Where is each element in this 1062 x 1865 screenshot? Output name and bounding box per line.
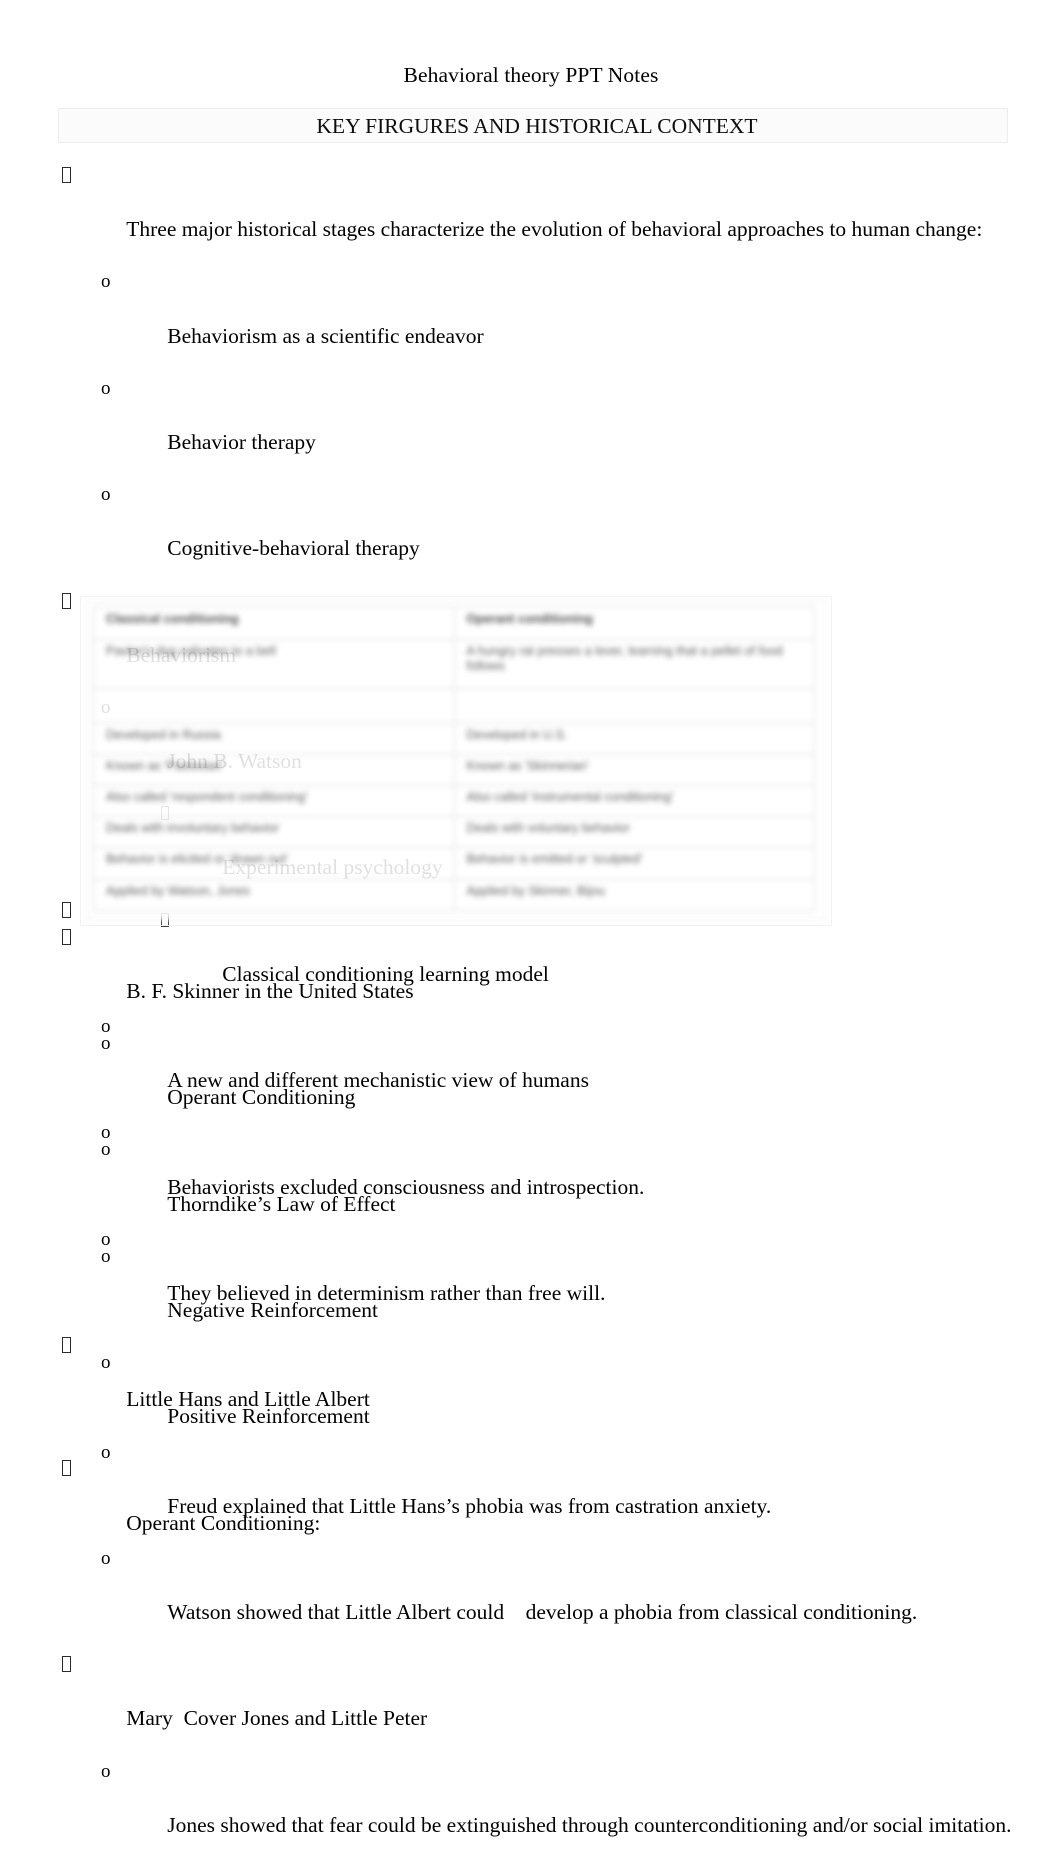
table-cell: Known as 'Skinnerian': [453, 753, 815, 787]
list-item-label: Behavior therapy: [167, 429, 316, 454]
table-cell: Operant conditioning: [453, 606, 815, 640]
list-item-label: Thorndike’s Law of Effect: [167, 1191, 396, 1216]
list-item: Operant Conditioning:: [0, 1456, 1062, 1562]
tofu-box-bullet-icon: [62, 1656, 71, 1673]
circle-o-bullet-icon: o: [101, 377, 111, 399]
table-row: [93, 687, 815, 724]
tofu-box-bullet-icon: [62, 592, 71, 609]
list-item: o Behaviorism as a scientific endeavor: [0, 269, 1062, 375]
table-row: Developed in Russia Developed in U.S.: [93, 722, 815, 755]
table-cell: Pavlov's dog salivates to a bell: [93, 638, 455, 689]
table-cell: Behavior is elicited or 'drawn out': [93, 847, 455, 880]
table-row: Classical conditioning Operant condition…: [93, 606, 815, 640]
list-item-label: Jones showed that fear could be extingui…: [167, 1812, 1012, 1837]
list-item: o Thorndike’s Law of Effect: [0, 1137, 1062, 1243]
tofu-box-bullet-icon: [62, 902, 71, 918]
table-cell: [93, 687, 455, 724]
list-item-label: Mary Cover Jones and Little Peter: [126, 1706, 428, 1731]
list-item-label: Cognitive-behavioral therapy: [167, 536, 420, 561]
list-item: Three major historical stages characteri…: [0, 163, 1062, 269]
table-row: Pavlov's dog salivates to a bell A hungr…: [93, 638, 815, 689]
list-item-label: B. F. Skinner in the United States: [126, 978, 414, 1003]
table-row: Known as 'Pavlovian' Known as 'Skinneria…: [93, 753, 815, 787]
table-cell: Developed in Russia: [93, 722, 455, 755]
table-cell: [453, 687, 815, 724]
document-page: Behavioral theory PPT Notes KEY FIRGURES…: [0, 0, 1062, 1837]
circle-o-bullet-icon: o: [101, 1352, 111, 1374]
list-item-label: Operant Conditioning: [167, 1085, 356, 1110]
list-item: o Cognitive-behavioral therapy: [0, 482, 1062, 588]
tofu-box-bullet-icon: [62, 167, 71, 183]
circle-o-bullet-icon: o: [101, 1139, 111, 1161]
table-cell: Deals with involuntary behavior: [93, 816, 455, 849]
table-row: Also called 'respondent conditioning' Al…: [93, 784, 815, 818]
list-item: B. F. Skinner in the United States: [0, 925, 1062, 1031]
tofu-box-bullet-icon: [62, 928, 71, 945]
circle-o-bullet-icon: o: [101, 1760, 111, 1782]
table-row: Behavior is elicited or 'drawn out' Beha…: [93, 847, 815, 880]
list-item: o Positive Reinforcement: [0, 1350, 1062, 1456]
list-item: o Behavior therapy: [0, 376, 1062, 482]
page-title: Behavioral theory PPT Notes: [403, 63, 659, 87]
table-cell: Deals with voluntary behavior: [453, 816, 815, 849]
section-heading-text: KEY FIRGURES AND HISTORICAL CONTEXT: [316, 113, 758, 138]
tofu-box-bullet-icon: [62, 1460, 71, 1477]
list-item: Mary Cover Jones and Little Peter: [0, 1652, 1062, 1758]
conditioning-comparison-table-image: Classical conditioning Operant condition…: [86, 600, 826, 920]
circle-o-bullet-icon: o: [101, 484, 111, 506]
list-item-label: Behaviorism as a scientific endeavor: [167, 323, 484, 348]
table-row: Deals with involuntary behavior Deals wi…: [93, 816, 815, 849]
list-item-label: Watson showed that Little Albert could d…: [167, 1600, 918, 1625]
list-item-label: Operant Conditioning:: [126, 1510, 321, 1535]
list-item: o Negative Reinforcement: [0, 1244, 1062, 1350]
table-cell: Classical conditioning: [93, 606, 455, 640]
circle-o-bullet-icon: o: [101, 1032, 111, 1054]
list-item: o Operant Conditioning: [0, 1031, 1062, 1137]
table-cell: Also called 'instrumental conditioning': [453, 784, 815, 818]
outline-list-bottom: B. F. Skinner in the United States o Ope…: [0, 898, 1062, 1563]
table-body: Classical conditioning Operant condition…: [93, 606, 815, 912]
list-item-label: Negative Reinforcement: [167, 1297, 378, 1322]
list-item-label: Three major historical stages characteri…: [126, 217, 983, 242]
list-item: o Jones showed that fear could be exting…: [0, 1759, 1062, 1865]
circle-o-bullet-icon: o: [101, 271, 111, 293]
list-item-label: Positive Reinforcement: [167, 1404, 370, 1429]
conditioning-comparison-table: Classical conditioning Operant condition…: [93, 606, 815, 912]
table-cell: Also called 'respondent conditioning': [93, 784, 455, 818]
list-item: [0, 898, 1062, 925]
table-cell: Developed in U.S.: [453, 722, 815, 755]
section-heading-box: KEY FIRGURES AND HISTORICAL CONTEXT: [58, 108, 1008, 143]
circle-o-bullet-icon: o: [101, 1245, 111, 1267]
table-cell: Behavior is emitted or 'sculpted': [453, 847, 815, 880]
table-cell: A hungry rat presses a lever, learning t…: [453, 638, 815, 689]
table-cell: Known as 'Pavlovian': [93, 753, 455, 787]
